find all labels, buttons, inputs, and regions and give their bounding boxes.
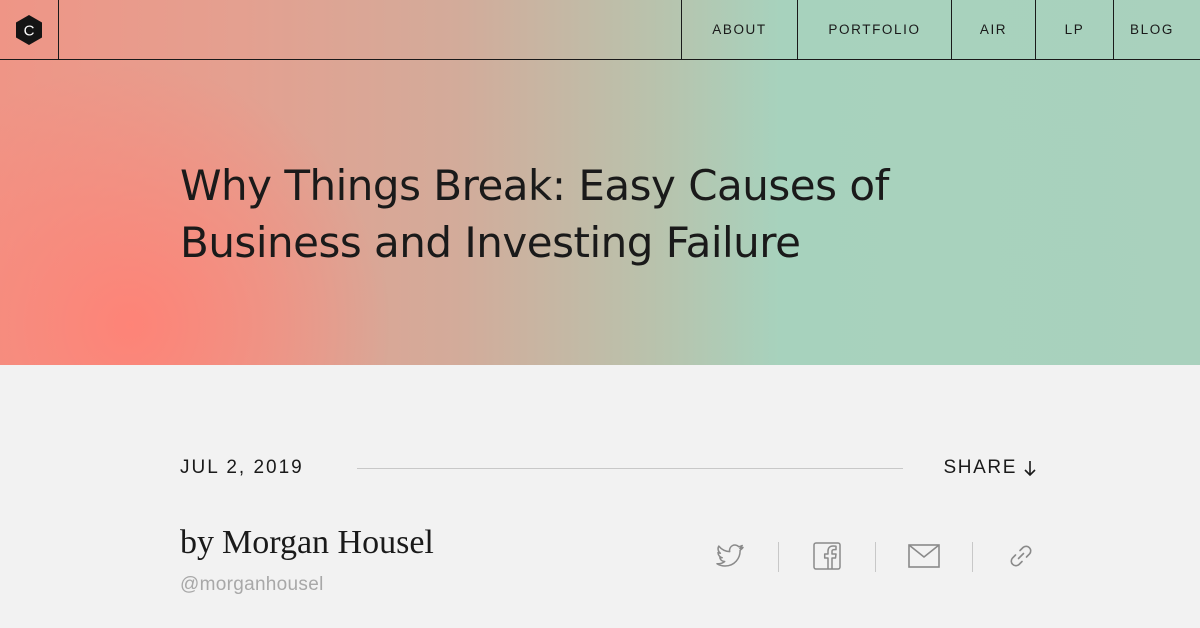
- share-twitter-button[interactable]: [712, 538, 748, 574]
- hero-banner: C ABOUT PORTFOLIO AIR LP BLOG Why Things…: [0, 0, 1200, 365]
- share-label: SHARE: [943, 457, 1017, 478]
- nav-lp[interactable]: LP: [1035, 0, 1113, 59]
- article-meta-row: JUL 2, 2019 SHARE: [180, 455, 1037, 483]
- share-icon-divider: [875, 542, 876, 572]
- hexagon-logo-icon: C: [16, 14, 42, 45]
- nav-portfolio[interactable]: PORTFOLIO: [797, 0, 951, 59]
- article-title: Why Things Break: Easy Causes of Busines…: [180, 161, 889, 267]
- arrow-down-icon: [1024, 461, 1036, 477]
- share-facebook-button[interactable]: [809, 538, 845, 574]
- share-email-button[interactable]: [906, 538, 942, 574]
- top-navigation-bar: C ABOUT PORTFOLIO AIR LP BLOG: [0, 0, 1200, 60]
- share-button[interactable]: SHARE: [944, 457, 1037, 479]
- share-icon-divider: [778, 542, 779, 572]
- share-icons-group: [700, 536, 1050, 576]
- publish-date: JUL 2, 2019: [180, 457, 304, 478]
- byline-prefix: by: [180, 524, 214, 561]
- nav-blog[interactable]: BLOG: [1113, 0, 1200, 59]
- logo-link[interactable]: C: [0, 0, 59, 59]
- meta-divider-line: [357, 468, 903, 469]
- share-link-button[interactable]: [1003, 538, 1039, 574]
- link-icon: [1010, 545, 1032, 567]
- facebook-icon: [813, 542, 841, 570]
- nav-about[interactable]: ABOUT: [681, 0, 797, 59]
- main-nav: ABOUT PORTFOLIO AIR LP BLOG: [681, 0, 1200, 59]
- author-byline: by Morgan Housel: [180, 524, 434, 562]
- nav-air[interactable]: AIR: [951, 0, 1035, 59]
- twitter-icon: [716, 544, 744, 567]
- email-icon: [908, 544, 940, 568]
- share-icon-divider: [972, 542, 973, 572]
- author-name: Morgan Housel: [222, 524, 434, 561]
- logo-letter: C: [24, 22, 35, 39]
- author-handle-link[interactable]: @morganhousel: [180, 574, 324, 596]
